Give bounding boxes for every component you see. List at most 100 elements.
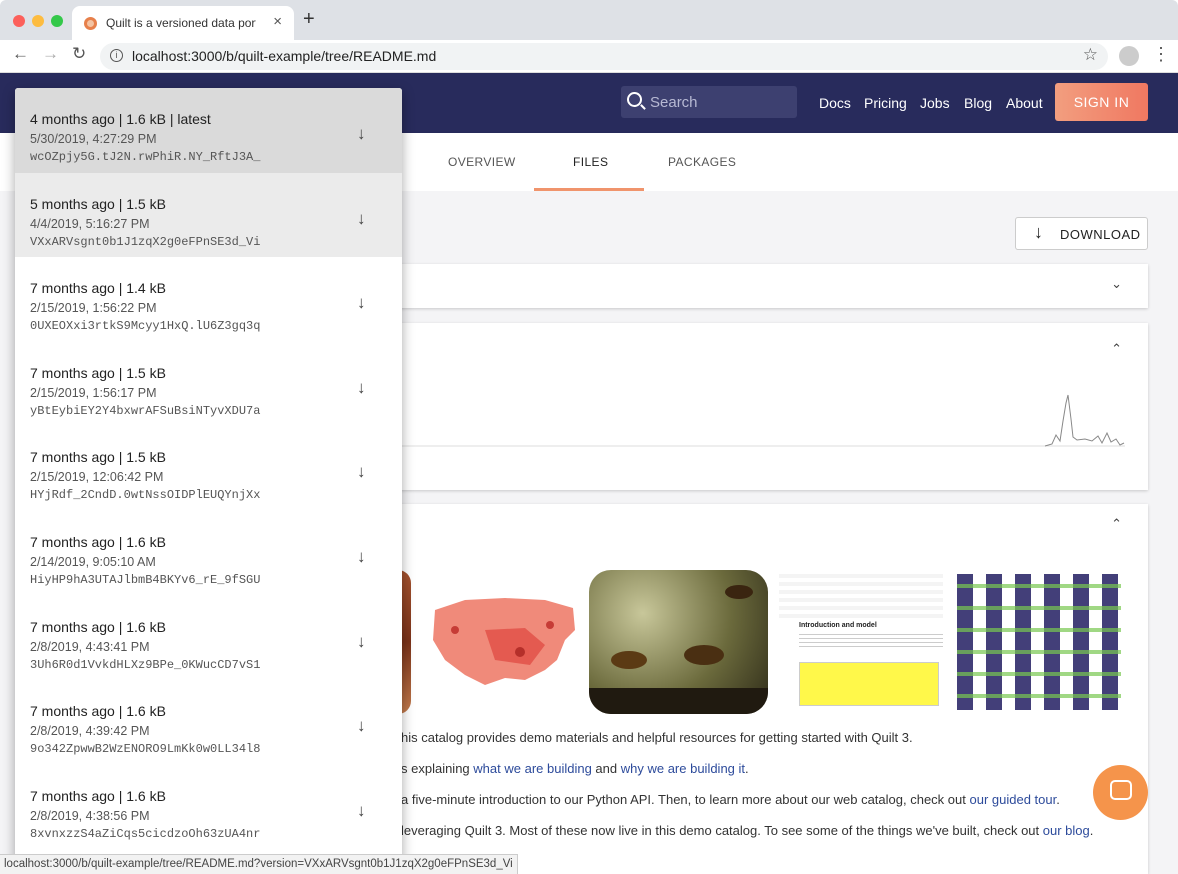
thumbnail-us-map[interactable]: [425, 570, 580, 714]
version-id: 0UXEOXxi3rtkS9Mcyy1HxQ.lU6Z3gq3q: [30, 319, 261, 334]
sign-in-button[interactable]: SIGN IN: [1055, 83, 1148, 121]
thumbnail-bees[interactable]: [589, 570, 768, 714]
close-window-icon[interactable]: [13, 15, 25, 27]
version-item[interactable]: 7 months ago | 1.6 kB 2/14/2019, 9:05:10…: [15, 511, 402, 596]
browser-tab[interactable]: Quilt is a versioned data portal ×: [72, 6, 294, 40]
tab-overview[interactable]: OVERVIEW: [448, 155, 516, 169]
search-placeholder: Search: [650, 94, 698, 111]
collapsed-section-card: ⌄: [380, 264, 1148, 308]
version-summary: 7 months ago | 1.5 kB: [30, 364, 166, 381]
forward-icon[interactable]: →: [42, 44, 59, 64]
download-icon[interactable]: ↓: [357, 547, 366, 567]
tab-files[interactable]: FILES: [573, 155, 608, 169]
version-item[interactable]: 4 months ago | 1.6 kB | latest 5/30/2019…: [15, 88, 402, 173]
download-label: DOWNLOAD: [1060, 227, 1141, 242]
us-map-image: [433, 598, 575, 685]
link-status-bar: localhost:3000/b/quilt-example/tree/READ…: [0, 854, 518, 874]
download-button[interactable]: ↓ DOWNLOAD: [1015, 217, 1148, 250]
version-date: 2/8/2019, 4:43:41 PM: [30, 639, 150, 654]
version-id: HiyHP9hA3UTAJlbmB4BKYv6_rE_9fSGU: [30, 572, 261, 587]
version-summary: 4 months ago | 1.6 kB | latest: [30, 111, 211, 127]
bookmark-star-icon[interactable]: ☆: [1083, 45, 1098, 65]
download-icon[interactable]: ↓: [357, 378, 366, 398]
version-date: 2/15/2019, 12:06:42 PM: [30, 470, 164, 485]
version-item[interactable]: 7 months ago | 1.5 kB 2/15/2019, 12:06:4…: [15, 426, 402, 511]
link-why-we-are-building-it[interactable]: why we are building it: [621, 761, 745, 776]
link-our-blog[interactable]: our blog: [1043, 823, 1090, 838]
nav-link-blog[interactable]: Blog: [964, 95, 992, 111]
download-icon: ↓: [1034, 222, 1044, 242]
download-icon[interactable]: ↓: [357, 462, 366, 482]
reload-icon[interactable]: ↻: [72, 44, 86, 64]
readme-line-2: s explaining what we are building and wh…: [401, 761, 749, 776]
chevron-down-icon[interactable]: ⌄: [1111, 276, 1122, 292]
version-item[interactable]: 5 months ago | 1.5 kB 4/4/2019, 5:16:27 …: [15, 172, 402, 258]
version-summary: 7 months ago | 1.6 kB: [30, 533, 166, 550]
download-icon[interactable]: ↓: [357, 716, 366, 736]
tab-title: Quilt is a versioned data portal: [106, 16, 256, 30]
tab-close-icon[interactable]: ×: [273, 13, 282, 30]
download-icon[interactable]: ↓: [357, 124, 366, 144]
analytics-card: ⌃: [380, 323, 1148, 490]
version-item[interactable]: 7 months ago | 1.6 kB 2/8/2019, 4:38:56 …: [15, 765, 402, 850]
search-input[interactable]: Search: [621, 86, 797, 118]
chat-button[interactable]: [1093, 765, 1148, 820]
address-url[interactable]: localhost:3000/b/quilt-example/tree/READ…: [132, 48, 436, 64]
download-icon[interactable]: ↓: [357, 209, 366, 229]
tab-strip: Quilt is a versioned data portal × +: [0, 0, 1178, 40]
search-icon: [627, 92, 642, 107]
download-icon[interactable]: ↓: [357, 632, 366, 652]
readme-text: a five-minute introduction to our Python…: [401, 792, 970, 807]
version-item[interactable]: 7 months ago | 1.6 kB 2/8/2019, 4:43:41 …: [15, 596, 402, 681]
readme-text: .: [1089, 823, 1094, 838]
bees-image: [589, 585, 768, 714]
version-summary: 7 months ago | 1.5 kB: [30, 449, 166, 466]
readme-line-4: leveraging Quilt 3. Most of these now li…: [401, 823, 1093, 838]
version-summary: 7 months ago | 1.6 kB: [30, 618, 166, 635]
version-summary: 7 months ago | 1.6 kB: [30, 703, 166, 720]
nav-link-docs[interactable]: Docs: [819, 95, 851, 111]
version-date: 2/14/2019, 9:05:10 AM: [30, 554, 156, 569]
tab-packages[interactable]: PACKAGES: [668, 155, 736, 169]
version-item[interactable]: 7 months ago | 1.6 kB 2/8/2019, 4:39:42 …: [15, 680, 402, 765]
new-tab-button[interactable]: +: [303, 8, 315, 31]
version-item[interactable]: 7 months ago | 1.5 kB 2/15/2019, 1:56:17…: [15, 342, 402, 427]
version-item[interactable]: 7 months ago | 1.4 kB 2/15/2019, 1:56:22…: [15, 257, 402, 342]
browser-menu-icon[interactable]: ⋮: [1152, 44, 1170, 65]
favicon-icon: [84, 17, 97, 30]
download-icon[interactable]: ↓: [357, 801, 366, 821]
notebook-heading: Introduction and model: [799, 622, 877, 629]
chevron-up-icon[interactable]: ⌃: [1111, 516, 1122, 532]
nav-link-jobs[interactable]: Jobs: [920, 95, 950, 111]
minimize-window-icon[interactable]: [32, 15, 44, 27]
back-icon[interactable]: ←: [12, 44, 29, 64]
version-summary: 7 months ago | 1.6 kB: [30, 787, 166, 804]
readme-text: s explaining: [401, 761, 474, 776]
readme-text: and: [591, 761, 621, 776]
version-id: 9o342ZpwwB2WzENORO9LmKk0w0LL34l8: [30, 742, 261, 757]
version-summary: 5 months ago | 1.5 kB: [30, 195, 166, 212]
nav-link-about[interactable]: About: [1006, 95, 1043, 111]
browser-chrome: Quilt is a versioned data portal × + ← →…: [0, 0, 1178, 73]
nav-link-pricing[interactable]: Pricing: [864, 95, 907, 111]
versions-menu: 4 months ago | 1.6 kB | latest 5/30/2019…: [15, 88, 402, 874]
readme-line-3: a five-minute introduction to our Python…: [401, 792, 1060, 807]
version-id: HYjRdf_2CndD.0wtNssOIDPlEUQYnjXx: [30, 488, 261, 503]
thumbnail-notebook[interactable]: Introduction and model: [775, 570, 947, 714]
profile-avatar[interactable]: [1119, 46, 1139, 66]
version-date: 2/8/2019, 4:39:42 PM: [30, 724, 150, 739]
readme-line-1: his catalog provides demo materials and …: [401, 730, 913, 745]
maximize-window-icon[interactable]: [51, 15, 63, 27]
address-bar[interactable]: i localhost:3000/b/quilt-example/tree/RE…: [100, 43, 1108, 70]
version-date: 2/15/2019, 1:56:17 PM: [30, 385, 157, 400]
version-date: 2/8/2019, 4:38:56 PM: [30, 808, 150, 823]
version-id: VXxARVsgnt0b1J1zqX2g0eFPnSE3d_Vi: [30, 234, 261, 249]
readme-text: .: [1056, 792, 1060, 807]
link-guided-tour[interactable]: our guided tour: [969, 792, 1056, 807]
link-what-we-are-building[interactable]: what we are building: [473, 761, 592, 776]
download-icon[interactable]: ↓: [357, 293, 366, 313]
thumbnail-fashion-grid[interactable]: [955, 570, 1125, 714]
readme-text: .: [745, 761, 749, 776]
info-icon[interactable]: i: [110, 49, 123, 62]
readme-text: leveraging Quilt 3. Most of these now li…: [401, 823, 1043, 838]
